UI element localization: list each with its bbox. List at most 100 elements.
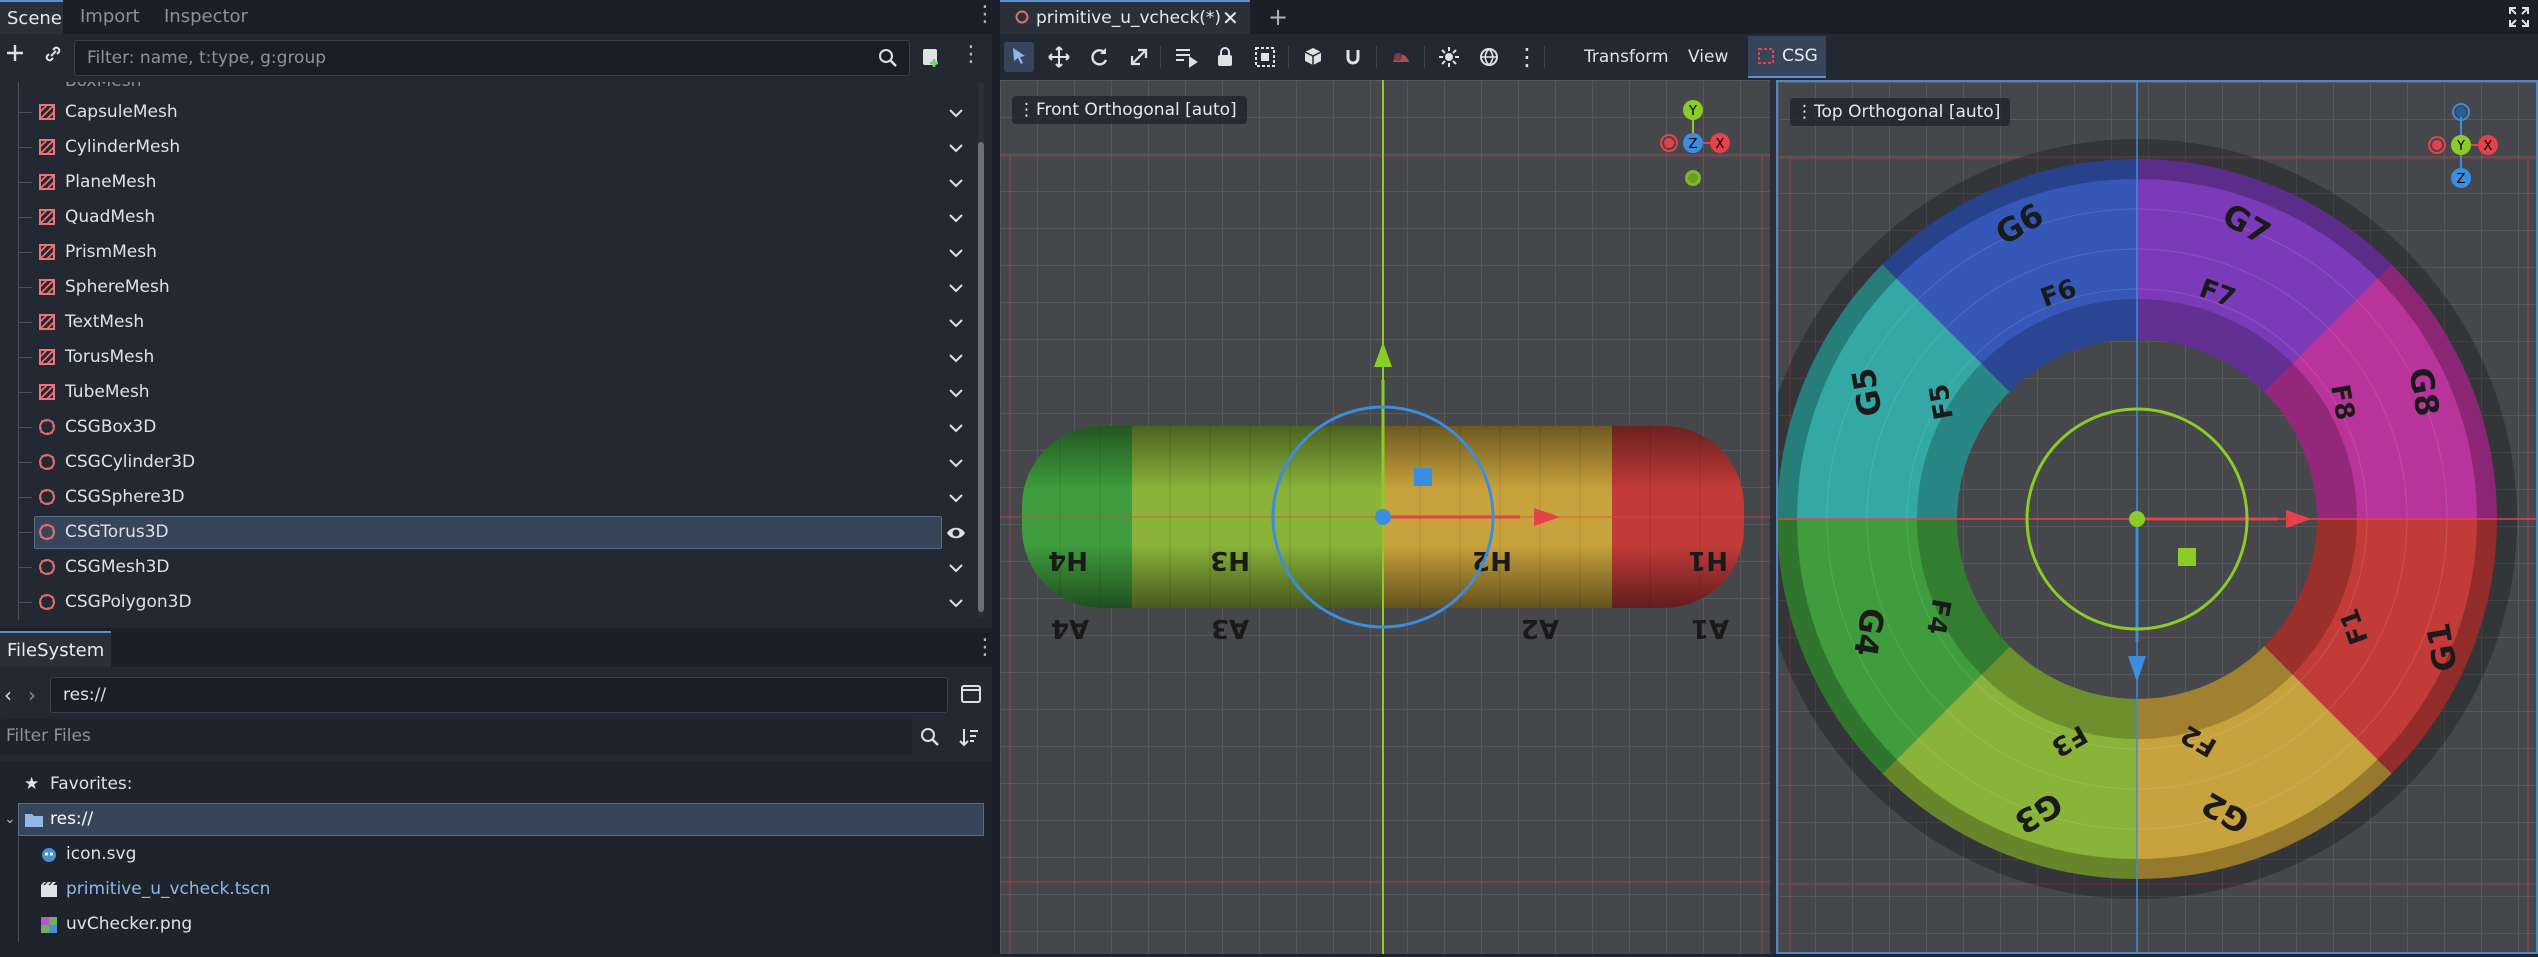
- folder-row-root[interactable]: ⌄ res://: [0, 802, 990, 837]
- chevron-down-icon[interactable]: [946, 418, 966, 438]
- tab-filesystem[interactable]: FileSystem: [0, 631, 112, 667]
- tree-item-prismmesh[interactable]: PrismMesh: [0, 235, 975, 270]
- tree-scrollbar[interactable]: [978, 82, 984, 618]
- mesh-icon: [38, 103, 56, 121]
- tree-item-csgpolygon3d[interactable]: CSGPolygon3D: [0, 585, 975, 620]
- csg-menu-button[interactable]: CSG: [1748, 36, 1826, 78]
- visibility-icon[interactable]: [946, 523, 966, 543]
- tree-item-textmesh[interactable]: TextMesh: [0, 305, 975, 340]
- top-scene: G1 G2 G3 G4 G5 G6 G7 G8 F1 F2 F3 F4 F5 F…: [1778, 82, 2536, 952]
- tree-item-capsulemesh[interactable]: CapsuleMesh: [0, 95, 975, 130]
- viewport-front[interactable]: H4 H3 H2 H1 A4 A3 A2 A1 ⋮ Front Orthogon…: [1000, 80, 1770, 954]
- tree-item-tubemesh[interactable]: TubeMesh: [0, 375, 975, 410]
- lock-icon[interactable]: [1210, 42, 1240, 72]
- view-menu[interactable]: View: [1688, 40, 1728, 74]
- sun-icon[interactable]: [1434, 42, 1464, 72]
- tree-item-spheremesh[interactable]: SphereMesh: [0, 270, 975, 305]
- viewport-top[interactable]: G1 G2 G3 G4 G5 G6 G7 G8 F1 F2 F3 F4 F5 F…: [1776, 80, 2538, 954]
- chevron-down-icon[interactable]: [946, 558, 966, 578]
- tree-item-cylindermesh[interactable]: CylinderMesh: [0, 130, 975, 165]
- instance-scene-icon[interactable]: [42, 43, 64, 65]
- tree-item-label: TubeMesh: [65, 382, 150, 402]
- favorites-row[interactable]: ★ Favorites:: [0, 767, 990, 802]
- orientation-gizmo-front[interactable]: Y X Z: [1640, 88, 1740, 188]
- scene-filter-input[interactable]: Filter: name, t:type, g:group: [74, 40, 910, 76]
- move-mode-icon[interactable]: [1044, 42, 1074, 72]
- group-icon[interactable]: [1250, 42, 1280, 72]
- tree-item-planemesh[interactable]: PlaneMesh: [0, 165, 975, 200]
- chevron-down-icon[interactable]: [946, 488, 966, 508]
- attach-script-icon[interactable]: [920, 45, 944, 69]
- filesystem-menu-icon[interactable]: ⋮: [974, 635, 996, 660]
- tab-import[interactable]: Import: [73, 0, 147, 34]
- csg-label: CSG: [1782, 46, 1818, 66]
- uv-label-h1: H1: [1688, 545, 1728, 575]
- chevron-down-icon[interactable]: [946, 348, 966, 368]
- dock-menu-icon[interactable]: ⋮: [974, 2, 996, 27]
- scale-mode-icon[interactable]: [1124, 42, 1154, 72]
- tree-item-csgcylinder3d[interactable]: CSGCylinder3D: [0, 445, 975, 480]
- scene-tree-rows: CapsuleMesh CylinderMesh PlaneMesh QuadMesh…: [0, 95, 978, 620]
- distraction-free-icon[interactable]: [2508, 6, 2530, 28]
- tab-inspector[interactable]: Inspector: [157, 0, 255, 34]
- viewport-label-top[interactable]: ⋮ Top Orthogonal [auto]: [1790, 98, 2011, 126]
- environment-icon[interactable]: [1474, 42, 1504, 72]
- tree-item-label: CSGSphere3D: [65, 487, 185, 507]
- split-view-icon[interactable]: [960, 683, 982, 705]
- add-node-icon[interactable]: [4, 42, 26, 64]
- transform-menu[interactable]: Transform: [1584, 40, 1669, 74]
- tree-item-label: CylinderMesh: [65, 137, 181, 157]
- uv-label-h4: H4: [1048, 545, 1088, 575]
- tree-item-csgmesh3d[interactable]: CSGMesh3D: [0, 550, 975, 585]
- close-tab-icon[interactable]: ✕: [1222, 2, 1239, 34]
- mesh-icon: [38, 243, 56, 261]
- orientation-gizmo-top[interactable]: X Y Z: [2408, 90, 2508, 190]
- uv-label-a4: A4: [1051, 613, 1089, 643]
- tree-item-label: CSGPolygon3D: [65, 592, 192, 612]
- mesh-icon: [38, 208, 56, 226]
- chevron-down-icon[interactable]: [946, 278, 966, 298]
- path-field[interactable]: res://: [50, 677, 948, 713]
- rotate-mode-icon[interactable]: [1084, 42, 1114, 72]
- viewport-label-front[interactable]: ⋮ Front Orthogonal [auto]: [1012, 96, 1247, 124]
- tree-guide: [18, 252, 32, 253]
- filter-files-input[interactable]: Filter Files: [0, 719, 912, 755]
- tree-item-quadmesh[interactable]: QuadMesh: [0, 200, 975, 235]
- file-row[interactable]: primitive_u_vcheck.tscn: [0, 872, 990, 907]
- file-row[interactable]: icon.svg: [0, 837, 990, 872]
- forward-arrow-icon[interactable]: ›: [28, 683, 36, 707]
- toolbar-menu-icon[interactable]: ⋮: [1512, 42, 1542, 72]
- chevron-down-icon[interactable]: ⌄: [4, 802, 16, 837]
- select-mode-icon[interactable]: [1004, 42, 1034, 72]
- scene-menu-icon[interactable]: ⋮: [960, 42, 982, 67]
- scene-tab-active[interactable]: primitive_u_vcheck(*) ✕: [1000, 0, 1250, 34]
- csg-icon: [38, 593, 56, 611]
- chevron-down-icon[interactable]: [946, 103, 966, 123]
- tree-scrollbar-thumb[interactable]: [978, 142, 984, 612]
- tree-item-csgtorus3d[interactable]: CSGTorus3D: [0, 515, 975, 550]
- tree-item-torusmesh[interactable]: TorusMesh: [0, 340, 975, 375]
- chevron-down-icon[interactable]: [946, 138, 966, 158]
- sort-icon[interactable]: [958, 726, 980, 748]
- tree-item-csgbox3d[interactable]: CSGBox3D: [0, 410, 975, 445]
- file-list: icon.svg primitive_u_vcheck.tscn uvChecker…: [0, 837, 990, 957]
- back-arrow-icon[interactable]: ‹: [4, 683, 12, 707]
- chevron-down-icon[interactable]: [946, 593, 966, 613]
- tab-scene[interactable]: Scene: [0, 0, 63, 34]
- preview-icon[interactable]: [1386, 42, 1416, 72]
- local-space-icon[interactable]: [1298, 42, 1328, 72]
- chevron-down-icon[interactable]: [946, 173, 966, 193]
- chevron-down-icon[interactable]: [946, 243, 966, 263]
- chevron-down-icon[interactable]: [946, 208, 966, 228]
- list-select-icon[interactable]: [1170, 42, 1200, 72]
- tree-item-label: QuadMesh: [65, 207, 156, 227]
- snap-icon[interactable]: [1338, 42, 1368, 72]
- tree-guide: [18, 837, 19, 872]
- chevron-down-icon[interactable]: [946, 453, 966, 473]
- new-tab-icon[interactable]: +: [1268, 0, 1288, 34]
- file-row[interactable]: uvChecker.png: [0, 907, 990, 942]
- chevron-down-icon[interactable]: [946, 383, 966, 403]
- chevron-down-icon[interactable]: [946, 313, 966, 333]
- dock-splitter[interactable]: [992, 0, 1000, 954]
- tree-item-csgsphere3d[interactable]: CSGSphere3D: [0, 480, 975, 515]
